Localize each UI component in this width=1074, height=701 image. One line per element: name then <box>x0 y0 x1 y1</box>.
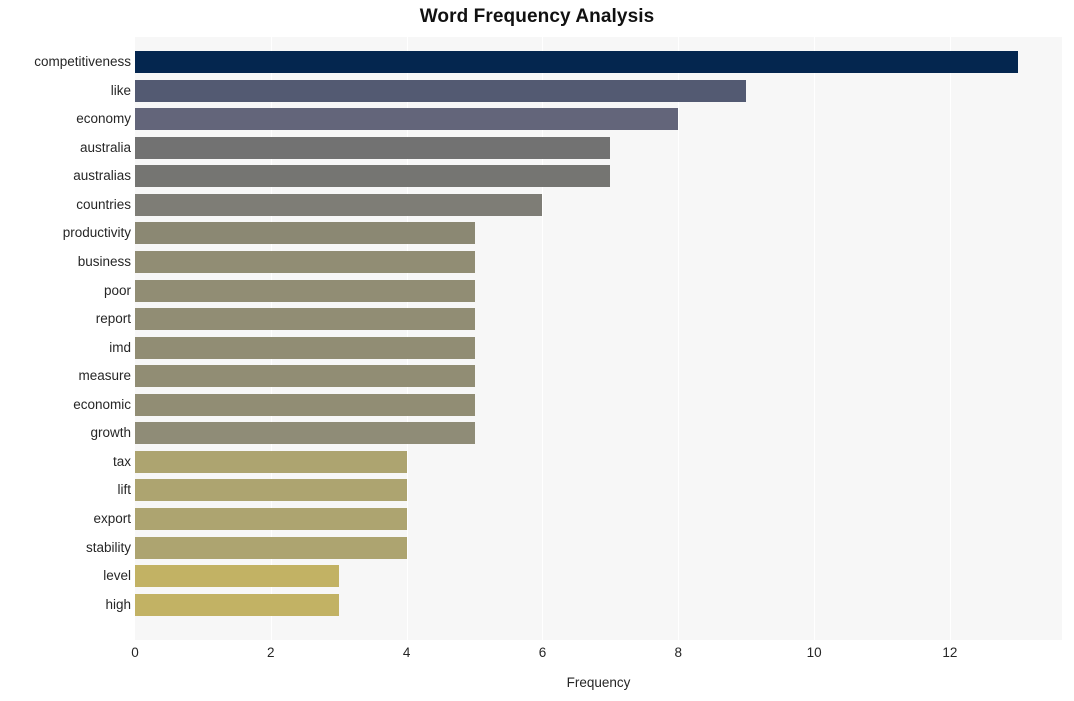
bar <box>135 450 407 473</box>
y-axis-tick-label: lift <box>117 482 132 498</box>
plot-area <box>135 37 1062 640</box>
bar <box>135 136 611 159</box>
y-axis-tick-label: level <box>103 568 131 584</box>
bar <box>135 336 475 359</box>
bar <box>135 536 407 559</box>
x-axis-title: Frequency <box>566 675 631 690</box>
bar <box>135 222 475 245</box>
y-axis-tick-label: economy <box>76 111 131 127</box>
bar <box>135 165 611 188</box>
x-axis-tick-label: 12 <box>942 645 958 660</box>
bar <box>135 250 475 273</box>
y-axis-tick-label: business <box>77 253 131 269</box>
x-axis-tick-label: 4 <box>402 645 411 660</box>
y-axis-tick-label: measure <box>78 368 131 384</box>
x-axis-tick-label: 10 <box>806 645 822 660</box>
y-axis-tick-label: countries <box>76 196 131 212</box>
y-axis-tick-label: growth <box>90 425 131 441</box>
y-axis-tick-label: competitiveness <box>34 54 131 69</box>
y-axis-tick-label: report <box>95 311 131 327</box>
y-axis-tick-label: stability <box>85 539 131 555</box>
bar <box>135 79 747 102</box>
bar <box>135 108 679 131</box>
y-axis-tick-label: tax <box>112 453 131 469</box>
y-axis-tick-label: productivity <box>62 225 131 241</box>
bar <box>135 593 339 616</box>
bar <box>135 51 1018 73</box>
bar <box>135 365 475 388</box>
y-axis-tick-label: poor <box>103 282 131 298</box>
bar <box>135 193 543 216</box>
bars-layer <box>135 37 1062 640</box>
x-axis-tick-label: 8 <box>674 645 683 660</box>
y-axis-tick-label: high <box>105 596 131 612</box>
bar <box>135 279 475 302</box>
y-axis-tick-label: export <box>93 511 131 527</box>
y-axis-tick-label: australia <box>79 139 131 155</box>
bar <box>135 479 407 502</box>
bar <box>135 508 407 531</box>
y-axis-tick-label: imd <box>109 339 131 355</box>
bar <box>135 422 475 445</box>
x-axis-ticks: 0 2 4 6 8 10 12 <box>0 645 1074 667</box>
y-axis-tick-label: like <box>110 82 131 98</box>
x-axis-tick-label: 0 <box>131 645 139 660</box>
y-axis-tick-label: economic <box>73 396 131 412</box>
word-frequency-chart: Word Frequency Analysis competitiveness l… <box>0 0 1074 701</box>
bar <box>135 393 475 416</box>
bar <box>135 308 475 331</box>
x-axis-tick-label: 2 <box>267 645 275 660</box>
y-axis-labels: competitiveness like economy australia austr… <box>0 37 131 640</box>
x-axis-tick-label: 6 <box>538 645 547 660</box>
chart-title: Word Frequency Analysis <box>419 6 655 27</box>
y-axis-tick-label: australias <box>73 168 131 184</box>
bar <box>135 565 339 588</box>
